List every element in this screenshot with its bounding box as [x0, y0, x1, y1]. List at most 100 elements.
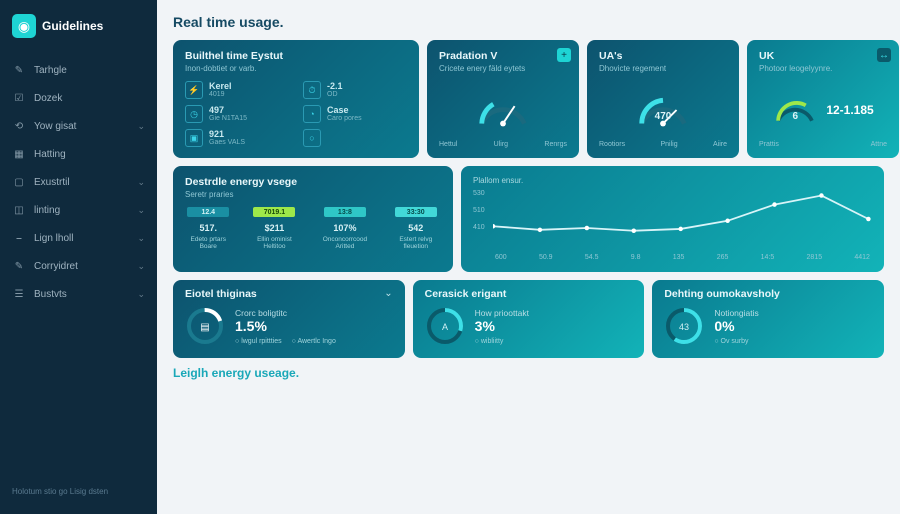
- stat-value: 12-1.185: [826, 103, 873, 117]
- nav-item-bustvts[interactable]: ☰ Bustvts ⌄: [0, 280, 157, 308]
- stat-block: 12-1.185: [826, 103, 873, 118]
- card-chart: Plallom ensur. 530510410 60050.954.59.81…: [461, 166, 884, 272]
- nav-item-dozek[interactable]: ☑ Dozek: [0, 84, 157, 112]
- dropdown-toggle[interactable]: ⌄: [384, 288, 392, 299]
- chevron-down-icon: ⌄: [137, 289, 145, 300]
- bar-value: 542: [408, 223, 423, 233]
- nav-item-yow[interactable]: ⟲Yow gisat⌄: [0, 112, 157, 140]
- bar-label: Onconcorrcood Aritted: [317, 236, 372, 250]
- metric-label: Caro pores: [327, 115, 362, 122]
- chevron-down-icon: ⌄: [137, 177, 145, 188]
- metric-label: OD: [327, 91, 343, 98]
- metric-label: Gaes VALS: [209, 139, 245, 146]
- sidebar-footer-text: Holotum stio go Lisig dsten: [0, 479, 157, 504]
- box-icon: ▢: [12, 175, 26, 189]
- metric-item: ▣921Gaes VALS: [185, 129, 289, 147]
- card-title: UK: [759, 50, 887, 62]
- nav-label: Tarhgle: [34, 65, 67, 76]
- card-eiotel: Eiotel thiginas ⌄ ▤ Crorc boligtitc 1.5%…: [173, 280, 405, 358]
- metric-value: Case: [327, 105, 362, 115]
- metric-value: Kerel: [209, 81, 232, 91]
- gauge-value: 6: [772, 111, 818, 122]
- brand-icon: ◉: [12, 14, 36, 38]
- add-button[interactable]: +: [557, 48, 571, 62]
- sidebar: ◉ Guidelines ✎ Tarhgle ☑ Dozek ⟲Yow gisat⌄…: [0, 0, 157, 514]
- nav-label: Hatting: [34, 149, 66, 160]
- nav-label: Bustvts: [34, 289, 67, 300]
- stat-label: How prioottakt: [475, 308, 529, 318]
- stat-sub: Awertlc Ingo: [292, 338, 336, 345]
- chart-svg: [493, 189, 872, 249]
- card-title: Destrdle energy vsege: [185, 176, 441, 188]
- bar-label: Edeto prtars Boare: [185, 236, 232, 250]
- progress-ring: A: [425, 306, 465, 346]
- stat-sub: wibliitty: [475, 338, 504, 345]
- card-subtitle: Cricete enery fäld eytets: [439, 64, 567, 73]
- card-subtitle: Dhovicte regement: [599, 64, 727, 73]
- stat-sub: lwgul rpittties: [235, 338, 282, 345]
- brand-logo[interactable]: ◉ Guidelines: [0, 10, 157, 46]
- nav-item-exustrtil[interactable]: ▢Exustrtil⌄: [0, 168, 157, 196]
- bar-label: Estert relvg fleuetion: [391, 236, 442, 250]
- main-content: Real time usage. Builthel time Eystut In…: [157, 0, 900, 514]
- bar: 12.4: [187, 207, 229, 217]
- top-row: Builthel time Eystut Inon-dobtiet or var…: [173, 40, 884, 158]
- gauge: [474, 89, 532, 131]
- zap-icon: ⚡: [185, 81, 203, 99]
- refresh-icon: ⟲: [12, 119, 26, 133]
- line-icon: ⎯: [12, 231, 26, 245]
- grid-icon: ▦: [12, 147, 26, 161]
- card-title: UA's: [599, 50, 727, 62]
- nav-item-linting[interactable]: ◫linting⌄: [0, 196, 157, 224]
- bar-col: 7019.1$211Ellin ominist Heltitoo: [250, 207, 300, 250]
- gauge-labels: RootiorsPniligAiire: [599, 141, 727, 148]
- progress-ring: ▤: [185, 306, 225, 346]
- ring-value: A: [442, 322, 448, 332]
- window-icon: ◫: [12, 203, 26, 217]
- check-icon: ☑: [12, 91, 26, 105]
- expand-button[interactable]: ↔: [877, 48, 891, 62]
- card-title: Pradation V: [439, 50, 567, 62]
- nav-item-lign[interactable]: ⎯Lign lholl⌄: [0, 224, 157, 252]
- nav-item-corryidret[interactable]: ✎ Corryidret ⌄: [0, 252, 157, 280]
- page-title: Real time usage.: [173, 14, 884, 30]
- bar-value: 107%: [333, 223, 356, 233]
- chevron-down-icon: ⌄: [137, 205, 145, 216]
- pen-icon: ✎: [12, 259, 26, 273]
- nav-item-tarhgle[interactable]: ✎ Tarhgle: [0, 56, 157, 84]
- metric-item: ○: [303, 129, 407, 147]
- gauge: 470: [634, 89, 692, 131]
- circle-icon: ○: [303, 129, 321, 147]
- metrics-grid: ⚡Kerel4019 ⏱-2.1OD ◷497Gie N1TA15 ◔CaseC…: [185, 81, 407, 147]
- metric-value: 497: [209, 105, 247, 115]
- stat-info: Notiongiatis 0% Ov surby: [714, 308, 758, 345]
- chevron-down-icon: ⌄: [137, 261, 145, 272]
- card-title: Cerasick erigant: [425, 288, 507, 300]
- edit-icon: ✎: [12, 63, 26, 77]
- card-title: Eiotel thiginas: [185, 288, 257, 300]
- list-icon: ☰: [12, 287, 26, 301]
- stat-percent: 0%: [714, 318, 758, 334]
- bar: 33:30: [395, 207, 437, 217]
- y-axis: 530510410: [473, 190, 485, 231]
- stat-sub: Ov surby: [714, 338, 748, 345]
- stat-info: How prioottakt 3% wibliitty: [475, 308, 529, 345]
- card-building: Builthel time Eystut Inon-dobtiet or var…: [173, 40, 419, 158]
- pie-icon: ◔: [303, 105, 321, 123]
- bar-label: Ellin ominist Heltitoo: [250, 236, 300, 250]
- nav-item-hatting[interactable]: ▦ Hatting: [0, 140, 157, 168]
- stat-info: Crorc boligtitc 1.5% lwgul rpitttiesAwer…: [235, 308, 336, 345]
- brand-name: Guidelines: [42, 19, 103, 33]
- ring-value: 43: [679, 322, 689, 332]
- card-subtitle: Photoor leogelyynre.: [759, 64, 887, 73]
- stat-label: Crorc boligtitc: [235, 308, 336, 318]
- line-chart: Plallom ensur. 530510410 60050.954.59.81…: [473, 176, 872, 262]
- nav-label: Corryidret: [34, 261, 78, 272]
- nav-label: Dozek: [34, 93, 62, 104]
- x-axis: 60050.954.59.813526514:528154412: [493, 254, 872, 261]
- card-uk: ↔ UK Photoor leogelyynre. 6 12-1.185 Pra…: [747, 40, 899, 158]
- bar-value: $211: [265, 223, 285, 233]
- card-dehting: Dehting oumokavsholy 43 Notiongiatis 0% …: [652, 280, 884, 358]
- nav-label: Lign lholl: [34, 233, 73, 244]
- metric-item: ◔ CaseCaro pores: [303, 105, 407, 123]
